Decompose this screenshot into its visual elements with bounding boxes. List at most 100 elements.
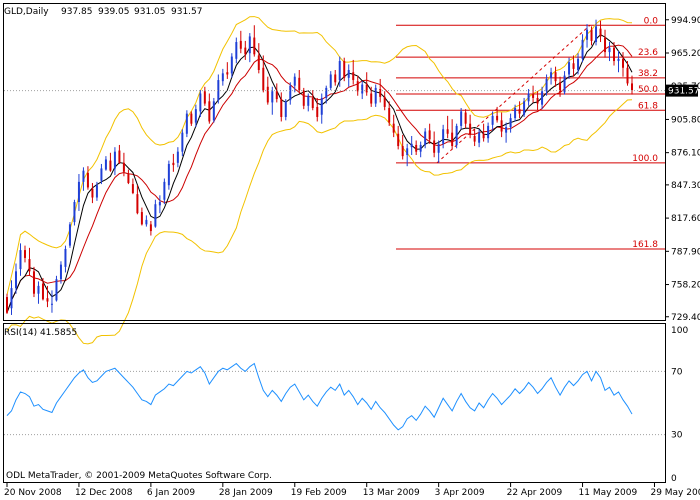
price-tick-label: 729.40 [671, 313, 700, 323]
candle-body [545, 78, 548, 92]
candle-body [73, 201, 76, 223]
candle-body [136, 194, 139, 214]
price-tick-label: 847.30 [671, 181, 700, 191]
candle-body [604, 37, 607, 53]
date-tick-label: 11 May 2009 [579, 488, 638, 498]
candle-body [289, 85, 292, 101]
fibonacci-level-label: 0.0 [644, 16, 659, 26]
candle-body [572, 63, 575, 69]
rsi-tick-label: 30 [671, 431, 683, 441]
fibonacci-level-label: 23.6 [638, 48, 658, 58]
candle-body [55, 279, 58, 301]
candle-body [478, 132, 481, 143]
candle-body [28, 259, 31, 272]
candle-body [329, 74, 332, 88]
candle-body [185, 113, 188, 134]
candle-body [280, 99, 283, 117]
candle-body [172, 162, 175, 166]
chart-header-low: 931.05 [134, 7, 166, 17]
date-tick-label: 28 Jan 2009 [219, 488, 273, 498]
candle-body [428, 130, 431, 140]
candle-body [505, 127, 508, 133]
candle-body [550, 72, 553, 78]
candle-body [487, 125, 490, 139]
candle-body [613, 47, 616, 62]
candle-body [455, 125, 458, 145]
candle-body [563, 75, 566, 93]
candle-body [392, 123, 395, 133]
candle-body [599, 28, 602, 37]
chart-header-high: 939.05 [98, 7, 130, 17]
candle-body [167, 163, 170, 186]
candle-body [491, 115, 494, 125]
candle-body [527, 93, 530, 102]
price-tick-label: 905.80 [671, 115, 700, 125]
candle-body [311, 97, 314, 109]
candle-body [293, 76, 296, 86]
candle-body [617, 58, 620, 62]
candle-body [464, 112, 467, 124]
candle-body [361, 84, 364, 94]
candle-body [365, 84, 368, 93]
candle-body [158, 201, 161, 206]
candle-body [442, 129, 445, 144]
candle-body [581, 39, 584, 59]
candle-body [275, 91, 278, 100]
candle-body [608, 47, 611, 53]
candle-body [14, 271, 17, 289]
candle-body [577, 58, 580, 70]
date-tick-label: 19 Feb 2009 [291, 488, 347, 498]
candle-body [433, 140, 436, 153]
candle-body [320, 97, 323, 115]
candle-body [50, 303, 53, 305]
candle-body [149, 224, 152, 232]
candle-body [554, 72, 557, 82]
candle-body [325, 87, 328, 98]
candle-body [410, 143, 413, 148]
fibonacci-level-label: 61.8 [638, 101, 658, 111]
date-tick-label: 20 Nov 2008 [4, 488, 62, 498]
candle-body [532, 93, 535, 98]
candle-body [370, 93, 373, 104]
candle-body [586, 29, 589, 40]
candle-body [307, 95, 310, 106]
candle-body [181, 132, 184, 152]
rsi-tick-label: 70 [671, 367, 683, 377]
candle-body [347, 69, 350, 78]
candle-body [118, 150, 121, 163]
price-tick-label: 965.20 [671, 49, 700, 59]
rsi-tick-label: 100 [671, 326, 688, 336]
candle-body [19, 250, 22, 270]
candle-body [500, 120, 503, 132]
fibonacci-level-label: 38.2 [638, 69, 658, 79]
date-tick-label: 12 Dec 2008 [75, 488, 133, 498]
candle-body [163, 181, 166, 200]
candle-body [226, 72, 229, 75]
chart-header-symbol: GLD,Daily [4, 7, 49, 17]
candle-body [568, 62, 571, 75]
candle-body [302, 90, 305, 106]
candle-body [194, 109, 197, 123]
candle-body [23, 250, 26, 258]
chart-header-close: 931.57 [171, 7, 203, 17]
fibonacci-level-label: 161.8 [632, 240, 658, 250]
candle-body [32, 271, 35, 294]
candle-body [109, 160, 112, 171]
candle-body [446, 129, 449, 134]
candle-body [248, 36, 251, 54]
chart-svg: 0.0 23.6 38.2 50.0 61.8 100.0 161.8 931.57 GLD… [0, 0, 700, 500]
candle-body [451, 132, 454, 147]
candle-body [298, 77, 301, 91]
rsi-label: RSI(14) 41.5855 [4, 328, 77, 338]
candle-body [415, 144, 418, 152]
candle-body [338, 61, 341, 81]
candle-body [284, 101, 287, 117]
candle-body [100, 168, 103, 181]
candle-body [473, 135, 476, 142]
candle-body [122, 162, 125, 172]
candle-body [622, 58, 625, 68]
candle-body [41, 283, 44, 300]
candle-body [626, 67, 629, 84]
candle-body [199, 93, 202, 112]
candle-body [82, 170, 85, 182]
